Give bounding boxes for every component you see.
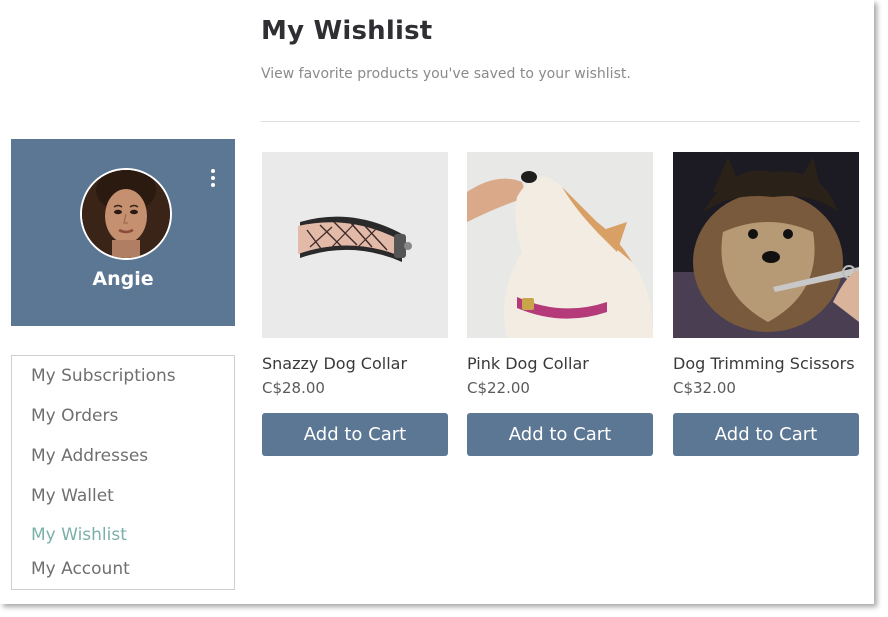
product-card: Pink Dog Collar C$22.00 Add to Cart (467, 152, 653, 456)
more-vertical-icon[interactable] (208, 169, 218, 189)
product-price: C$32.00 (673, 379, 736, 397)
page-title: My Wishlist (261, 16, 433, 46)
product-image[interactable] (467, 152, 653, 338)
add-to-cart-button[interactable]: Add to Cart (467, 413, 653, 456)
product-image[interactable] (673, 152, 859, 338)
menu-item-wallet[interactable]: My Wallet (31, 486, 114, 506)
menu-item-wishlist[interactable]: My Wishlist (31, 525, 127, 545)
product-price: C$22.00 (467, 379, 530, 397)
product-name[interactable]: Snazzy Dog Collar (262, 354, 407, 373)
product-name[interactable]: Pink Dog Collar (467, 354, 589, 373)
product-price: C$28.00 (262, 379, 325, 397)
profile-card: Angie (11, 139, 235, 326)
menu-item-account[interactable]: My Account (31, 559, 130, 579)
add-to-cart-button[interactable]: Add to Cart (673, 413, 859, 456)
account-menu: My Subscriptions My Orders My Addresses … (11, 355, 235, 590)
product-card: Snazzy Dog Collar C$28.00 Add to Cart (262, 152, 448, 456)
product-name[interactable]: Dog Trimming Scissors (673, 354, 855, 373)
product-image[interactable] (262, 152, 448, 338)
menu-item-subscriptions[interactable]: My Subscriptions (31, 366, 176, 386)
menu-item-orders[interactable]: My Orders (31, 406, 118, 426)
avatar[interactable] (80, 168, 172, 260)
product-card: Dog Trimming Scissors C$32.00 Add to Car… (673, 152, 859, 456)
add-to-cart-button[interactable]: Add to Cart (262, 413, 448, 456)
divider (261, 121, 860, 122)
menu-item-addresses[interactable]: My Addresses (31, 446, 148, 466)
avatar-image (82, 170, 170, 258)
page-subtitle: View favorite products you've saved to y… (261, 66, 631, 82)
profile-name: Angie (92, 268, 154, 290)
